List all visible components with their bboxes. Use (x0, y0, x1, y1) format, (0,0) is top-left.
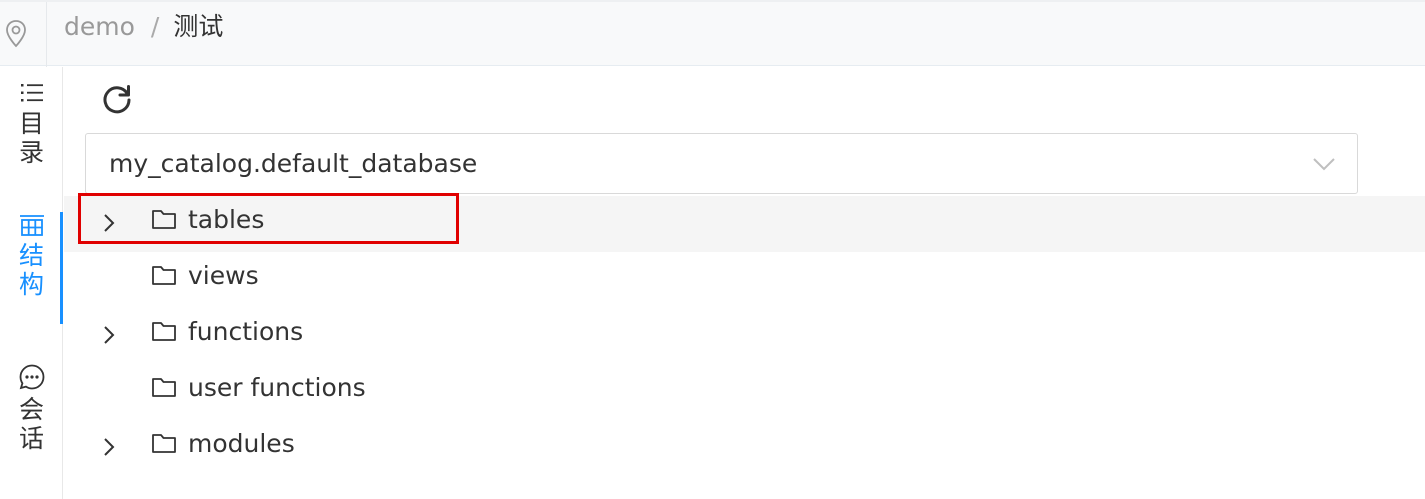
sidebar-tab-catalog[interactable]: 目录 (0, 81, 63, 167)
chevron-right-icon[interactable] (98, 212, 120, 234)
folder-icon (152, 322, 176, 341)
database-select-value: my_catalog.default_database (109, 149, 478, 178)
tree-node-functions[interactable]: functions (64, 308, 1425, 364)
location-pin-icon[interactable] (4, 19, 28, 49)
table-icon (19, 215, 44, 236)
list-icon (20, 84, 43, 102)
chevron-right-icon[interactable] (98, 436, 120, 458)
schema-tree: tables views functions user functions mo… (64, 193, 1425, 476)
top-bar: demo / 测试 (0, 0, 1425, 68)
sidebar-tab-session-label: 会话 (18, 395, 44, 453)
breadcrumb-item-current: 测试 (173, 12, 224, 41)
tree-node-modules[interactable]: modules (64, 420, 1425, 476)
chevron-down-icon (1313, 158, 1335, 171)
breadcrumb-item-project[interactable]: demo (64, 12, 135, 41)
sidebar-tab-session[interactable]: 会话 (0, 363, 63, 453)
tree-node-label: views (188, 261, 259, 290)
folder-icon (152, 378, 176, 397)
highlight-box (78, 193, 459, 244)
tree-node-label: user functions (188, 373, 366, 402)
folder-icon (152, 266, 176, 285)
sidebar: 目录 结构 会话 (0, 67, 63, 499)
breadcrumb: demo / 测试 (64, 12, 223, 42)
topbar-divider (46, 2, 47, 68)
tree-node-views[interactable]: views (64, 252, 1425, 308)
sidebar-tab-catalog-label: 目录 (18, 109, 44, 167)
tree-node-label: tables (188, 205, 265, 234)
tree-node-label: modules (188, 429, 295, 458)
tree-node-label: functions (188, 317, 304, 346)
folder-icon (152, 210, 176, 229)
refresh-icon[interactable] (100, 83, 134, 117)
chat-icon (19, 364, 44, 390)
chevron-right-icon[interactable] (98, 324, 120, 346)
sidebar-tab-structure-label: 结构 (18, 241, 44, 299)
structure-panel: my_catalog.default_database tables views (64, 67, 1425, 499)
tree-node-tables[interactable]: tables (64, 193, 1425, 252)
breadcrumb-separator: / (150, 12, 160, 41)
folder-icon (152, 434, 176, 453)
database-select[interactable]: my_catalog.default_database (85, 133, 1358, 194)
tree-node-user-functions[interactable]: user functions (64, 364, 1425, 420)
active-tab-indicator (60, 212, 63, 324)
sidebar-tab-structure[interactable]: 结构 (0, 213, 63, 299)
